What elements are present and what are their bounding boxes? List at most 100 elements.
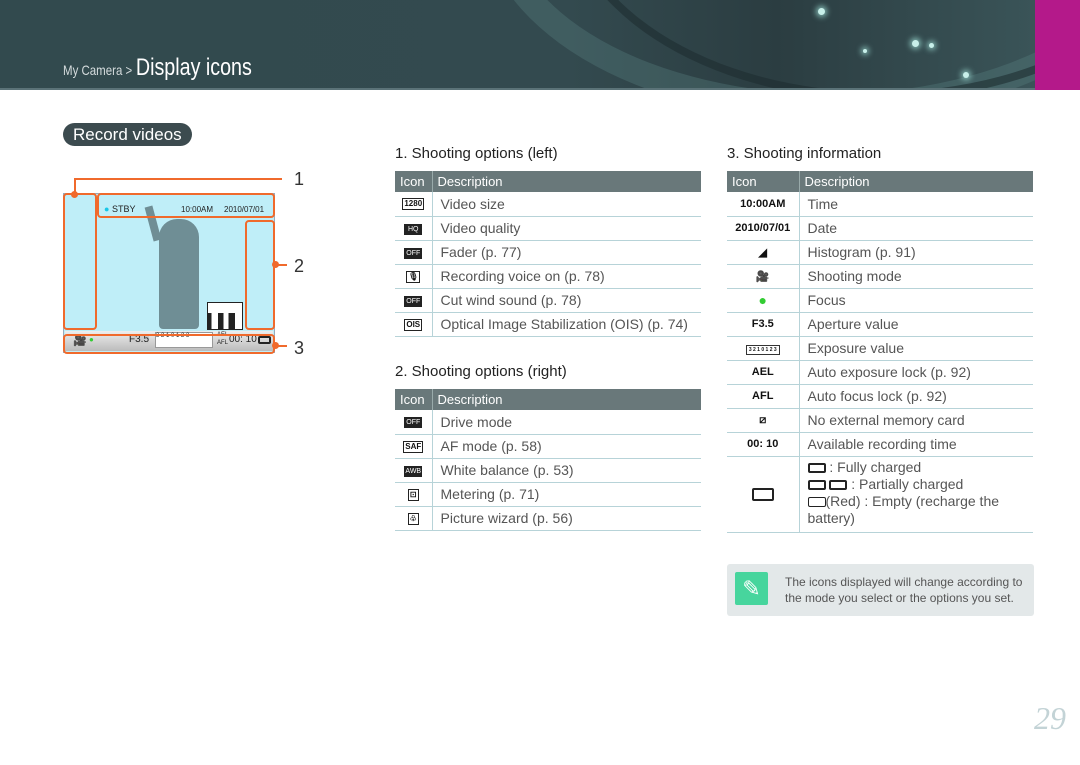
page-title: Display icons <box>135 54 252 81</box>
row-icon-cell: 🎙 <box>395 264 433 289</box>
row-icon-cell: ◢ <box>727 240 800 265</box>
shooting-options-left-table: Icon Description 1280 Video size HQ Video qua… <box>395 171 701 337</box>
row-icon-cell: AFL <box>727 384 800 409</box>
white-balance-icon: AWB <box>404 465 423 477</box>
row-icon-cell: ⊡ <box>395 482 433 507</box>
focus-icon: ● <box>758 292 767 308</box>
row-description: Shooting mode <box>799 264 1033 289</box>
recording-time-icon: 00: 10 <box>747 438 779 450</box>
ois-icon: OIS <box>404 318 423 331</box>
row-icon-cell: OFF <box>395 410 433 435</box>
row-icon-cell: 🎥 <box>727 264 800 289</box>
metering-icon: ⊡ <box>407 488 419 501</box>
table-title: 3. Shooting information <box>727 145 882 162</box>
table-row: F3.5 Aperture value <box>727 312 1033 337</box>
highlight-info-bar <box>63 334 275 354</box>
histogram <box>207 302 243 330</box>
row-icon-cell: OIS <box>395 312 433 337</box>
table-row: AFL Auto focus lock (p. 92) <box>727 384 1033 409</box>
table-row: 2010/07/01 Date <box>727 216 1033 241</box>
table-row: OFF Drive mode <box>395 410 701 435</box>
header-icon: Icon <box>727 171 800 192</box>
breadcrumb-parent[interactable]: My Camera > <box>63 62 132 78</box>
wind-cut-icon: OFF <box>404 295 423 307</box>
decorative-dot <box>929 43 934 48</box>
row-description: Video size <box>432 192 701 217</box>
af-mode-icon: SAF <box>403 440 424 453</box>
row-description: Auto focus lock (p. 92) <box>799 384 1033 409</box>
note-text: The icons displayed will change accordin… <box>785 575 1023 605</box>
row-icon-cell: SAF <box>395 434 433 459</box>
exposure-scale-icon: 3 2 1 0 1 2 3 <box>745 345 780 355</box>
table-row: 10:00AM Time <box>727 192 1033 217</box>
table-row: HQ Video quality <box>395 216 701 241</box>
table-row: OFF Cut wind sound (p. 78) <box>395 288 701 313</box>
aperture-icon: F3.5 <box>751 318 774 330</box>
fader-icon: OFF <box>404 247 423 259</box>
table-row: ◢ Histogram (p. 91) <box>727 240 1033 265</box>
person-silhouette <box>159 219 199 329</box>
header-icon: Icon <box>395 389 433 410</box>
row-icon-cell: OFF <box>395 288 433 313</box>
header-description: Description <box>432 171 701 192</box>
table-title: 2. Shooting options (right) <box>395 363 567 380</box>
decorative-dot <box>818 8 825 15</box>
row-icon-cell: AWB <box>395 458 433 483</box>
highlight-top-info <box>97 193 275 218</box>
table-row: OIS Optical Image Stabilization (OIS) (p.… <box>395 312 701 337</box>
table-header-row: Icon Description <box>727 171 1033 192</box>
table-row: 3 2 1 0 1 2 3 Exposure value <box>727 336 1033 361</box>
row-description: Auto exposure lock (p. 92) <box>799 360 1033 385</box>
row-icon-cell: 2010/07/01 <box>727 216 800 241</box>
callout-dot <box>71 191 78 198</box>
highlight-right-options <box>245 220 275 330</box>
chapter-tab[interactable] <box>1035 0 1080 90</box>
row-description: Available recording time <box>799 432 1033 457</box>
section-title: Record videos <box>63 123 192 146</box>
highlight-left-options <box>63 193 97 330</box>
row-description: No external memory card <box>799 408 1033 433</box>
row-description: Histogram (p. 91) <box>799 240 1033 265</box>
table-row: : Fully charged : Partially charged (Red)… <box>727 456 1033 533</box>
battery-partial-icon <box>807 480 826 491</box>
drive-mode-icon: OFF <box>404 417 423 429</box>
table-row: SAF AF mode (p. 58) <box>395 434 701 459</box>
row-description: : Fully charged : Partially charged (Red)… <box>799 456 1033 533</box>
table-row: 🎥 Shooting mode <box>727 264 1033 289</box>
row-description: Recording voice on (p. 78) <box>432 264 701 289</box>
shooting-options-right-table: Icon Description OFF Drive mode SAF AF mode (… <box>395 389 701 531</box>
microphone-icon: 🎙 <box>406 270 421 283</box>
battery-empty-icon <box>807 497 826 508</box>
table-row: 00: 10 Available recording time <box>727 432 1033 457</box>
row-description: Optical Image Stabilization (OIS) (p. 74… <box>432 312 701 337</box>
row-description: Exposure value <box>799 336 1033 361</box>
row-icon-cell: 10:00AM <box>727 192 800 217</box>
row-icon-cell: 3 2 1 0 1 2 3 <box>727 336 800 361</box>
row-icon-cell: 1280 <box>395 192 433 217</box>
row-description: Video quality <box>432 216 701 241</box>
row-description: Aperture value <box>799 312 1033 337</box>
decorative-dot <box>912 40 919 47</box>
table-row: AEL Auto exposure lock (p. 92) <box>727 360 1033 385</box>
callout-dot <box>272 261 279 268</box>
table-row: ⧄ No external memory card <box>727 408 1033 433</box>
row-icon-cell: OFF <box>395 240 433 265</box>
afl-icon: AFL <box>752 390 774 402</box>
battery-full-icon <box>751 487 774 501</box>
time-icon: 10:00AM <box>740 197 786 210</box>
header-description: Description <box>432 389 701 410</box>
row-description: Picture wizard (p. 56) <box>432 506 701 531</box>
note-box: ✎ The icons displayed will change accord… <box>727 564 1034 616</box>
row-description: AF mode (p. 58) <box>432 434 701 459</box>
header-description: Description <box>799 171 1033 192</box>
video-size-icon: 1280 <box>402 198 425 211</box>
row-icon-cell <box>727 456 800 533</box>
row-description: Focus <box>799 288 1033 313</box>
table-row: 1280 Video size <box>395 192 701 217</box>
table-row: AWB White balance (p. 53) <box>395 458 701 483</box>
table-row: ♧ Picture wizard (p. 56) <box>395 506 701 531</box>
battery-full-icon <box>807 463 826 474</box>
row-description: White balance (p. 53) <box>432 458 701 483</box>
no-memory-card-icon: ⧄ <box>759 413 767 426</box>
picture-wizard-icon: ♧ <box>407 512 419 525</box>
